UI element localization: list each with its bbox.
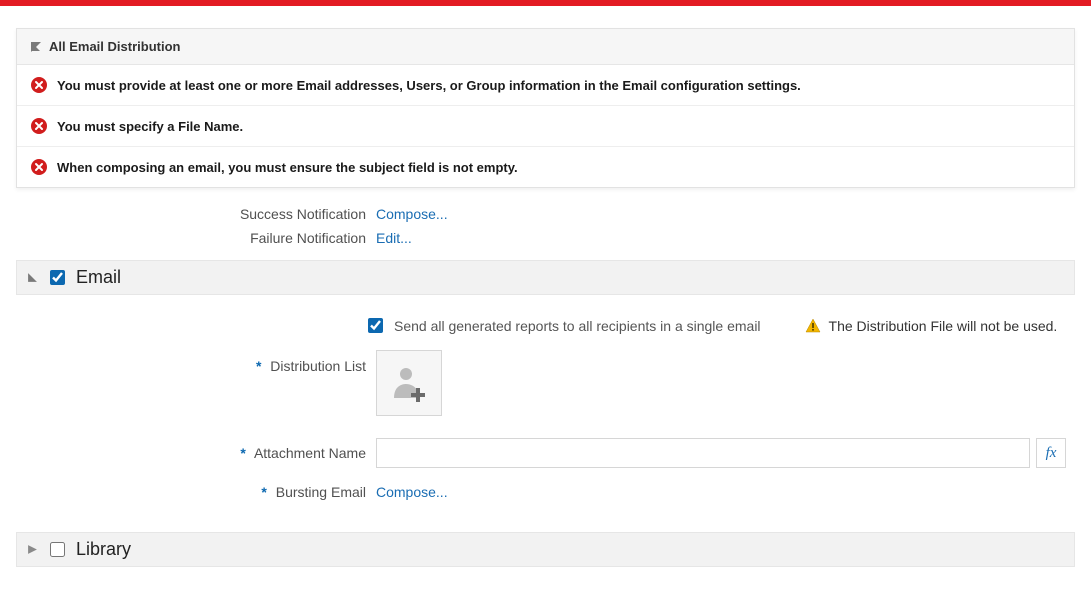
warning-icon — [805, 318, 821, 334]
success-notification-label: Success Notification — [16, 206, 376, 222]
success-notification-compose-link[interactable]: Compose... — [376, 206, 448, 222]
bursting-email-row: * Bursting Email Compose... — [16, 480, 1075, 504]
send-all-label: Send all generated reports to all recipi… — [394, 318, 761, 334]
error-icon — [31, 118, 47, 134]
page-container: All Email Distribution You must provide … — [0, 28, 1091, 567]
distribution-file-warning: The Distribution File will not be used. — [805, 318, 1058, 334]
attachment-name-label-text: Attachment Name — [254, 445, 366, 461]
error-row: You must provide at least one or more Em… — [17, 65, 1074, 106]
notification-area: Success Notification Compose... Failure … — [16, 202, 1075, 250]
email-section-body: Send all generated reports to all recipi… — [16, 295, 1075, 522]
error-icon — [31, 159, 47, 175]
chevron-right-icon — [27, 544, 38, 555]
bursting-email-label: * Bursting Email — [16, 484, 376, 500]
chevron-down-icon — [31, 42, 41, 52]
error-summary-panel: All Email Distribution You must provide … — [16, 28, 1075, 188]
attachment-name-row: * Attachment Name fx — [16, 434, 1075, 472]
required-indicator: * — [256, 358, 261, 374]
email-section-checkbox[interactable] — [50, 270, 65, 285]
error-row: You must specify a File Name. — [17, 106, 1074, 147]
error-summary-header[interactable]: All Email Distribution — [17, 29, 1074, 65]
library-section-header[interactable]: Library — [16, 532, 1075, 567]
error-icon — [31, 77, 47, 93]
error-text: When composing an email, you must ensure… — [57, 160, 518, 175]
error-text: You must provide at least one or more Em… — [57, 78, 801, 93]
distribution-list-label: * Distribution List — [16, 350, 376, 374]
failure-notification-row: Failure Notification Edit... — [16, 226, 1075, 250]
distribution-file-warning-text: The Distribution File will not be used. — [829, 318, 1058, 334]
error-text: You must specify a File Name. — [57, 119, 243, 134]
attachment-name-fx-button[interactable]: fx — [1036, 438, 1066, 468]
send-all-row: Send all generated reports to all recipi… — [16, 315, 1075, 336]
bursting-email-label-text: Bursting Email — [276, 484, 366, 500]
chevron-down-icon — [27, 272, 38, 283]
add-person-icon — [388, 362, 430, 404]
email-section-header[interactable]: Email — [16, 260, 1075, 295]
error-summary-title: All Email Distribution — [49, 39, 180, 54]
attachment-name-label: * Attachment Name — [16, 445, 376, 461]
failure-notification-label: Failure Notification — [16, 230, 376, 246]
attachment-name-input[interactable] — [376, 438, 1030, 468]
success-notification-row: Success Notification Compose... — [16, 202, 1075, 226]
fx-icon: fx — [1046, 445, 1057, 462]
required-indicator: * — [240, 445, 245, 461]
distribution-list-row: * Distribution List — [16, 346, 1075, 420]
failure-notification-edit-link[interactable]: Edit... — [376, 230, 412, 246]
top-accent-bar — [0, 0, 1091, 6]
send-all-checkbox[interactable] — [368, 318, 383, 333]
distribution-list-label-text: Distribution List — [270, 358, 366, 374]
email-section-title: Email — [76, 267, 121, 288]
error-row: When composing an email, you must ensure… — [17, 147, 1074, 187]
bursting-email-compose-link[interactable]: Compose... — [376, 484, 448, 500]
required-indicator: * — [261, 484, 266, 500]
library-section-title: Library — [76, 539, 131, 560]
library-section-checkbox[interactable] — [50, 542, 65, 557]
add-distribution-list-button[interactable] — [376, 350, 442, 416]
